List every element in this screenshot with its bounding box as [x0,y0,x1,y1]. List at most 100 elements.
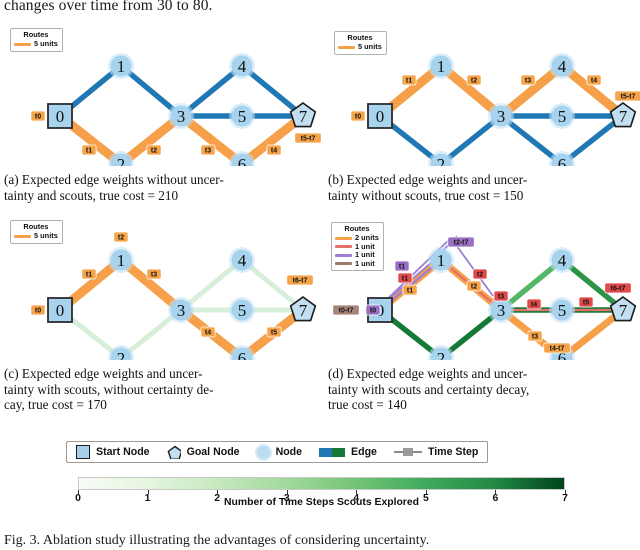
node-3[interactable]: 3 [488,103,514,129]
node-0[interactable]: 0 [47,103,73,129]
node-1[interactable]: 1 [428,247,454,273]
node-6[interactable]: 6 [549,151,575,166]
timestep-badge-label: t4 [531,302,537,309]
node-label-5: 5 [238,301,247,320]
node-label-3: 3 [497,107,506,126]
panel-b-routes-legend: Routes 5 units [334,31,387,55]
legend-item-label: Edge [351,446,377,458]
caption-line: (b) Expected edge weights and uncer- [328,172,528,187]
timestep-badge-label: t0 [355,114,361,121]
node-label-1: 1 [437,251,446,270]
route-units-label: 5 units [358,42,382,52]
timestep-badge-d-10: t5 [578,296,594,308]
node-5[interactable]: 5 [549,297,575,323]
legend-item-start-node: Start Node [76,445,150,459]
timestep-badge-label: t3 [151,272,157,279]
node-3[interactable]: 3 [168,103,194,129]
node-4[interactable]: 4 [229,247,255,273]
node-layer: 0 1 2 3 4 5 6 7 [367,53,637,166]
timestep-badge-label: t1 [407,288,413,295]
timestep-badge-label: t2 [151,148,157,155]
timestep-badge-label: t2 [471,284,477,291]
timestep-badge-label: t2-t7 [454,240,469,247]
legend-item-time-step: Time Step [393,446,478,458]
node-4[interactable]: 4 [549,247,575,273]
node-1[interactable]: 1 [428,53,454,79]
route-color-swatch [14,42,31,46]
caption-line: tainty without scouts, true cost = 150 [328,187,524,203]
node-label-5: 5 [238,107,247,126]
timestep-badge-a-0: t0 [30,110,46,122]
timestep-badge-d-8: t3 [493,290,509,302]
timestep-badge-label: t1 [399,264,405,271]
timestep-badge-label: t1 [86,272,92,279]
node-label-4: 4 [238,57,247,76]
timestep-badge-a-4: t4 [266,144,282,156]
timestep-badge-a-5: t5-t7 [294,132,322,144]
panel-a-routes-legend: Routes 5 units [10,28,63,52]
routes-legend-row: 5 units [338,43,382,52]
route-color-swatch [335,236,352,240]
panel-c-routes-legend: Routes 5 units [10,220,63,244]
node-2[interactable]: 2 [428,151,454,166]
caption-line: (a) Expected edge weights without uncer- [4,172,224,187]
node-4[interactable]: 4 [229,53,255,79]
node-4[interactable]: 4 [549,53,575,79]
timestep-badge-label: t4 [271,148,277,155]
timestep-badge-label: t4 [205,330,211,337]
caption-line: cay, true cost = 170 [4,397,107,413]
node-label-3: 3 [497,301,506,320]
colorbar-title: Number of Time Steps Scouts Explored [224,497,419,508]
node-label-1: 1 [117,251,126,270]
node-label-0: 0 [56,107,65,126]
legend-item-edge: Edge [319,446,377,458]
node-1[interactable]: 1 [108,53,134,79]
timestep-badge-a-1: t1 [81,144,97,156]
timestep-badge-b-0: t0 [350,110,366,122]
node-2[interactable]: 2 [108,345,134,360]
caption-line: (c) Expected edge weights and uncer- [4,366,203,381]
node-label-2: 2 [437,155,446,166]
timestep-badge-d-3: t1 [397,272,413,284]
figure-caption: Fig. 3. Ablation study illustrating the … [4,533,430,548]
preceding-body-text: changes over time from 30 to 80. [4,0,213,14]
timestep-badge-label: t5 [583,300,589,307]
goal-node-icon [167,445,181,459]
node-0[interactable]: 0 [47,297,73,323]
node-5[interactable]: 5 [229,103,255,129]
node-label-3: 3 [177,301,186,320]
node-0[interactable]: 0 [367,103,393,129]
timestep-badge-d-11: t6-t7 [604,282,632,294]
time-step-icon-box [402,448,413,456]
figure-legend: Start Node Goal Node Node Edge Time Step [66,441,489,463]
node-label-4: 4 [558,57,567,76]
routes-legend-row: 1 unit [335,259,379,269]
panel-c-caption: (c) Expected edge weights and uncer-tain… [4,366,312,413]
route-units-label: 5 units [34,231,58,241]
timestep-badge-c-2: t2 [113,231,129,243]
timestep-badge-label: t3 [525,78,531,85]
node-5[interactable]: 5 [229,297,255,323]
timestep-badge-c-3: t3 [146,268,162,280]
node-icon [256,445,270,459]
timestep-badge-b-5: t5-t7 [614,90,640,102]
node-1[interactable]: 1 [108,247,134,273]
timestep-badge-c-6: t6-t7 [286,274,314,286]
timestep-badge-d-2: t1 [394,260,410,272]
legend-item-label: Start Node [96,446,150,458]
node-label-7: 7 [619,107,628,126]
node-5[interactable]: 5 [549,103,575,129]
route-color-swatch [14,234,31,238]
time-step-icon [393,446,422,458]
caption-line: tainty and scouts, true cost = 210 [4,187,179,203]
timestep-badge-label: t4 [591,78,597,85]
timestep-badge-label: t0 [35,308,41,315]
timestep-badge-label: t3 [532,334,538,341]
edge-icon [319,447,346,457]
caption-line: (d) Expected edge weights and uncer- [328,366,528,381]
routes-legend-row: 5 units [14,40,58,49]
node-3[interactable]: 3 [168,297,194,323]
routes-legend-row: 5 units [14,232,58,241]
node-2[interactable]: 2 [428,345,454,360]
start-node-icon [76,445,90,459]
